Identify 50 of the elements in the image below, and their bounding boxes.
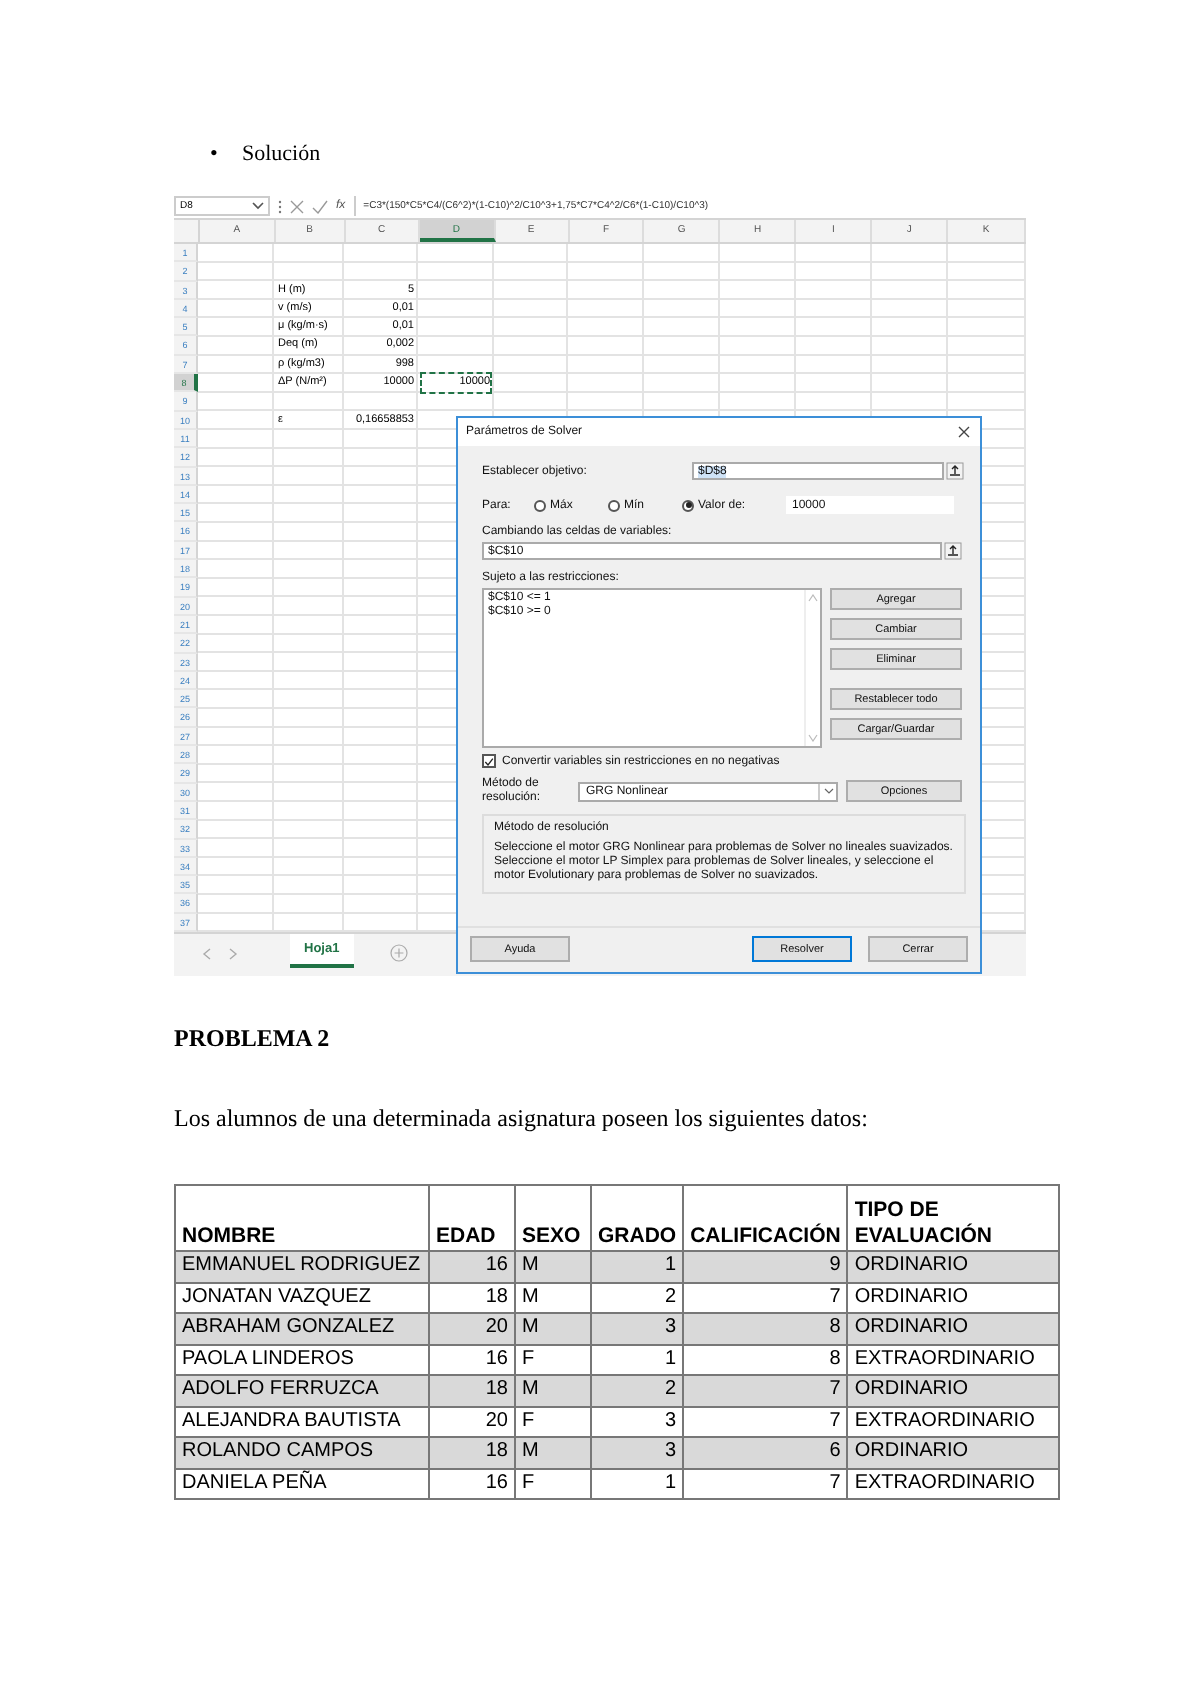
checkbox[interactable] — [482, 754, 496, 768]
table-cell: M — [515, 1313, 591, 1344]
table-cell: EXTRAORDINARIO — [847, 1468, 1059, 1499]
table-cell: 18 — [429, 1437, 515, 1468]
table-cell: 18 — [429, 1375, 515, 1406]
collapse-icon[interactable] — [944, 542, 962, 560]
scroll-up-icon[interactable] — [808, 594, 818, 602]
check-icon[interactable] — [312, 199, 328, 213]
table-cell: 8 — [683, 1313, 848, 1344]
table-cell: 16 — [429, 1468, 515, 1499]
column-header: NOMBRE — [175, 1185, 429, 1251]
problem-heading: PROBLEMA 2 — [174, 1024, 332, 1052]
caret-icon — [252, 202, 264, 210]
table-cell: ROLANDO CAMPOS — [175, 1437, 429, 1468]
caret-icon — [823, 788, 833, 794]
section-label: Solución — [242, 140, 321, 168]
table-cell: ORDINARIO — [847, 1375, 1059, 1406]
table-cell: EMMANUEL RODRIGUEZ — [175, 1251, 429, 1282]
collapse-icon[interactable] — [946, 462, 964, 480]
table-cell: ADOLFO FERRUZCA — [175, 1375, 429, 1406]
next-sheet-icon[interactable] — [228, 948, 238, 960]
table-cell: ORDINARIO — [847, 1437, 1059, 1468]
scrollbar[interactable] — [804, 590, 820, 746]
table-cell: 16 — [429, 1251, 515, 1282]
table-cell: 7 — [683, 1375, 848, 1406]
problem-text: Los alumnos de una determinada asignatura poseen los siguientes datos: — [174, 1104, 870, 1132]
table-cell: F — [515, 1468, 591, 1499]
table-cell: 1 — [591, 1251, 684, 1282]
add-sheet-icon[interactable] — [389, 944, 408, 962]
table-cell: 2 — [591, 1375, 684, 1406]
table-cell: 1 — [591, 1468, 684, 1499]
table-cell: 3 — [591, 1437, 684, 1468]
table-cell: 6 — [683, 1437, 848, 1468]
table-cell: 7 — [683, 1468, 848, 1499]
table-cell: M — [515, 1251, 591, 1282]
table-cell: ORDINARIO — [847, 1251, 1059, 1282]
table-cell: ORDINARIO — [847, 1313, 1059, 1344]
close-icon[interactable] — [958, 426, 970, 438]
bullet: • — [210, 140, 220, 168]
table-cell: 3 — [591, 1313, 684, 1344]
scroll-down-icon[interactable] — [808, 734, 818, 742]
table-cell: 20 — [429, 1313, 515, 1344]
dropdown-button[interactable] — [818, 783, 836, 799]
cancel-icon[interactable] — [290, 199, 304, 213]
table-cell: M — [515, 1437, 591, 1468]
table-cell: 9 — [683, 1251, 848, 1282]
table-cell: ABRAHAM GONZALEZ — [175, 1313, 429, 1344]
previous-sheet-icon[interactable] — [202, 948, 212, 960]
table-cell: M — [515, 1375, 591, 1406]
table-cell: DANIELA PEÑA — [175, 1468, 429, 1499]
